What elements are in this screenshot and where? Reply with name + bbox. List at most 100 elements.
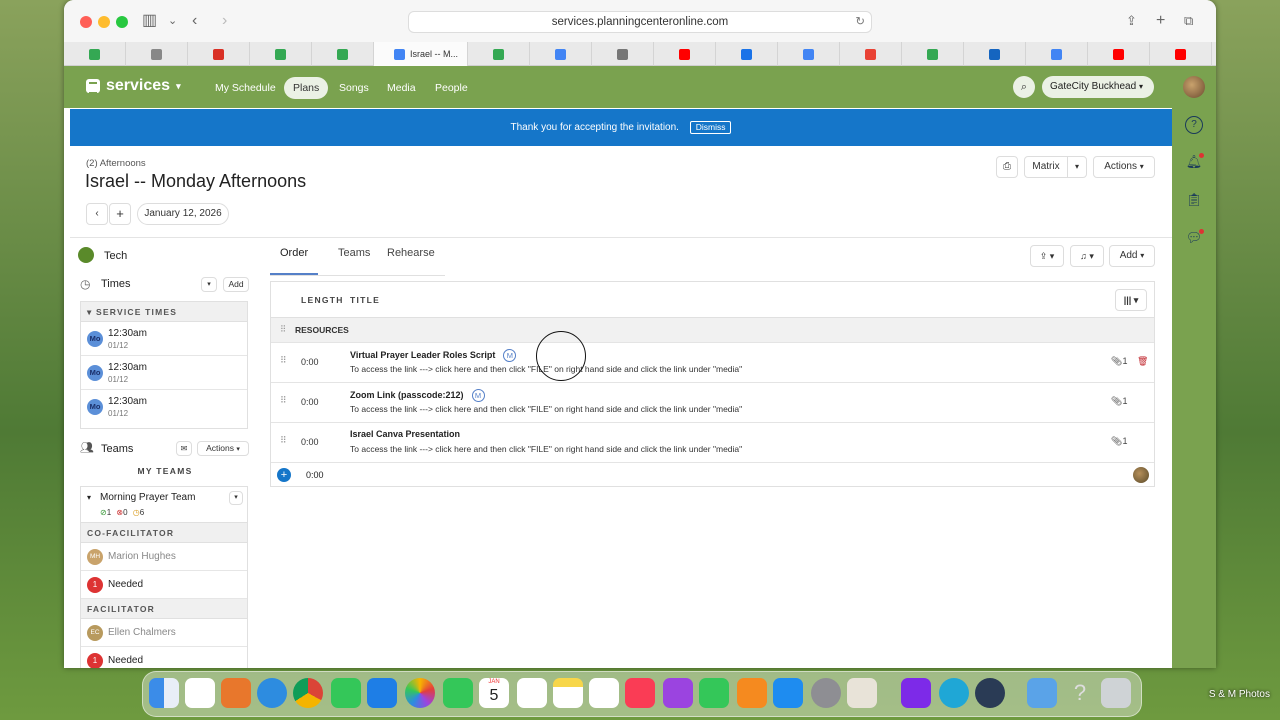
nav-people[interactable]: People [426,77,477,99]
browser-tab[interactable] [840,42,902,66]
section-header[interactable]: ⠿ RESOURCES [271,317,1154,342]
safari-icon[interactable] [257,678,287,708]
browser-tab[interactable] [312,42,374,66]
back-arrow-icon[interactable]: ‹ [192,11,197,31]
notes-icon[interactable] [553,678,583,708]
nav-my-schedule[interactable]: My Schedule [206,77,285,99]
numbers-icon[interactable] [699,678,729,708]
add-item-button[interactable]: Add ▾ [1109,245,1155,267]
bell-icon[interactable]: 🔔︎ [1185,153,1204,171]
question-mark-icon[interactable]: ? [1065,678,1095,708]
team-member[interactable]: MH Marion Hughes [81,543,247,571]
applications-folder-icon[interactable] [1027,678,1057,708]
drag-handle-icon[interactable]: ⠿ [280,395,287,406]
plan-item[interactable]: ⠿ 0:00 Israel Canva Presentation To acce… [271,422,1154,462]
tab-rehearse[interactable]: Rehearse [387,247,435,275]
canva-icon[interactable] [901,678,931,708]
services-brand-menu[interactable]: services ▾ [86,77,181,95]
email-icon[interactable]: ✉ [176,441,192,456]
attachment-count[interactable]: 📎︎1 [1111,436,1127,447]
browser-tab[interactable] [530,42,592,66]
browser-app-icon[interactable] [939,678,969,708]
help-icon[interactable]: ? [1185,116,1203,134]
plan-item[interactable]: ⠿ 0:00 Virtual Prayer Leader Roles Scrip… [271,342,1154,382]
desktop-folder-label[interactable]: S & M Photos [1209,689,1270,700]
plan-item[interactable]: ⠿ 0:00 Zoom Link (passcode:212) M To acce… [271,382,1154,422]
browser-tab[interactable] [902,42,964,66]
browser-tab[interactable] [64,42,126,66]
reload-icon[interactable]: ↻ [855,12,865,32]
new-tab-icon[interactable]: + [1156,11,1165,31]
trash-icon[interactable] [1101,678,1131,708]
app-store-icon[interactable] [773,678,803,708]
drag-handle-icon[interactable]: ⠿ [280,324,286,335]
browser-tab-active[interactable]: Israel -- M... [374,42,468,66]
previous-plan-button[interactable]: ‹ [86,203,108,225]
team-header[interactable]: ▾ Morning Prayer Team ▾ ⊘1 ⊗0 ◷6 [81,487,247,523]
matrix-dropdown-icon[interactable]: ▾ [1067,156,1087,178]
nav-media[interactable]: Media [378,77,425,99]
browser-tab[interactable] [592,42,654,66]
music-icon[interactable] [625,678,655,708]
team-dropdown-icon[interactable]: ▾ [229,491,243,505]
close-window-button[interactable] [80,16,92,28]
mail-icon[interactable] [367,678,397,708]
minimize-window-button[interactable] [98,16,110,28]
actions-button[interactable]: Actions ▾ [1093,156,1155,178]
finder-icon[interactable] [149,678,179,708]
item-title[interactable]: Virtual Prayer Leader Roles Script M [350,349,517,362]
quicktime-icon[interactable] [975,678,1005,708]
item-title[interactable]: Israel Canva Presentation [350,429,460,439]
pages-icon[interactable] [737,678,767,708]
browser-tab[interactable] [250,42,312,66]
browser-tab[interactable] [778,42,840,66]
facetime-icon[interactable] [443,678,473,708]
tab-overview-icon[interactable]: ⧉ [1184,11,1193,31]
browser-tab[interactable] [654,42,716,66]
slack-icon[interactable] [185,678,215,708]
org-switcher[interactable]: GateCity Buckhead ▾ [1042,76,1154,98]
music-note-icon[interactable]: ♫ ▾ [1070,245,1104,267]
browser-tab[interactable] [1150,42,1212,66]
messages-icon[interactable] [331,678,361,708]
team-member[interactable]: EC Ellen Chalmers [81,619,247,647]
search-icon[interactable]: ⌕ [1013,76,1035,98]
launchpad-icon[interactable] [221,678,251,708]
add-plan-button[interactable]: + [109,203,131,225]
add-circle-icon[interactable]: + [277,468,291,482]
calendar-icon[interactable]: JAN 5 [479,678,509,708]
browser-tab[interactable] [1026,42,1088,66]
service-time-item[interactable]: Mo 12:30am 01/12 [81,356,247,390]
drag-handle-icon[interactable]: ⠿ [280,435,287,446]
podcasts-icon[interactable] [663,678,693,708]
trash-icon[interactable]: 🗑︎ [1137,356,1148,367]
sidebar-toggle-icon[interactable]: ▥ [142,11,157,31]
clipboard-check-icon[interactable]: 📋︎ [1185,191,1203,209]
tech-heading[interactable]: Tech [78,247,250,267]
service-time-item[interactable]: Mo 12:30am 01/12 [81,322,247,356]
browser-tab[interactable] [1212,42,1216,66]
tab-order[interactable]: Order [270,247,319,275]
breadcrumb[interactable]: (2) Afternoons [86,158,146,169]
columns-icon[interactable]: ||| ▾ [1115,289,1147,311]
browser-tab[interactable] [716,42,778,66]
system-settings-icon[interactable] [811,678,841,708]
dismiss-button[interactable]: Dismiss [689,120,732,134]
iphone-mirroring-icon[interactable] [847,678,877,708]
item-owner-avatar[interactable] [1133,467,1149,483]
attachment-count[interactable]: 📎︎1 [1111,396,1127,407]
browser-tab[interactable] [1088,42,1150,66]
nav-songs[interactable]: Songs [330,77,378,99]
photos-icon[interactable] [405,678,435,708]
export-icon[interactable]: ⇪ ▾ [1030,245,1064,267]
tab-teams[interactable]: Teams [338,247,370,275]
browser-tab[interactable] [126,42,188,66]
service-time-item[interactable]: Mo 12:30am 01/12 [81,390,247,424]
plan-date-button[interactable]: January 12, 2026 [137,203,229,225]
user-avatar[interactable] [1183,76,1205,98]
times-dropdown-icon[interactable]: ▾ [201,277,217,292]
nav-plans[interactable]: Plans [284,77,329,99]
needed-slot[interactable]: 1 Needed [81,647,247,668]
matrix-button[interactable]: Matrix [1024,156,1068,178]
zoom-window-button[interactable] [116,16,128,28]
